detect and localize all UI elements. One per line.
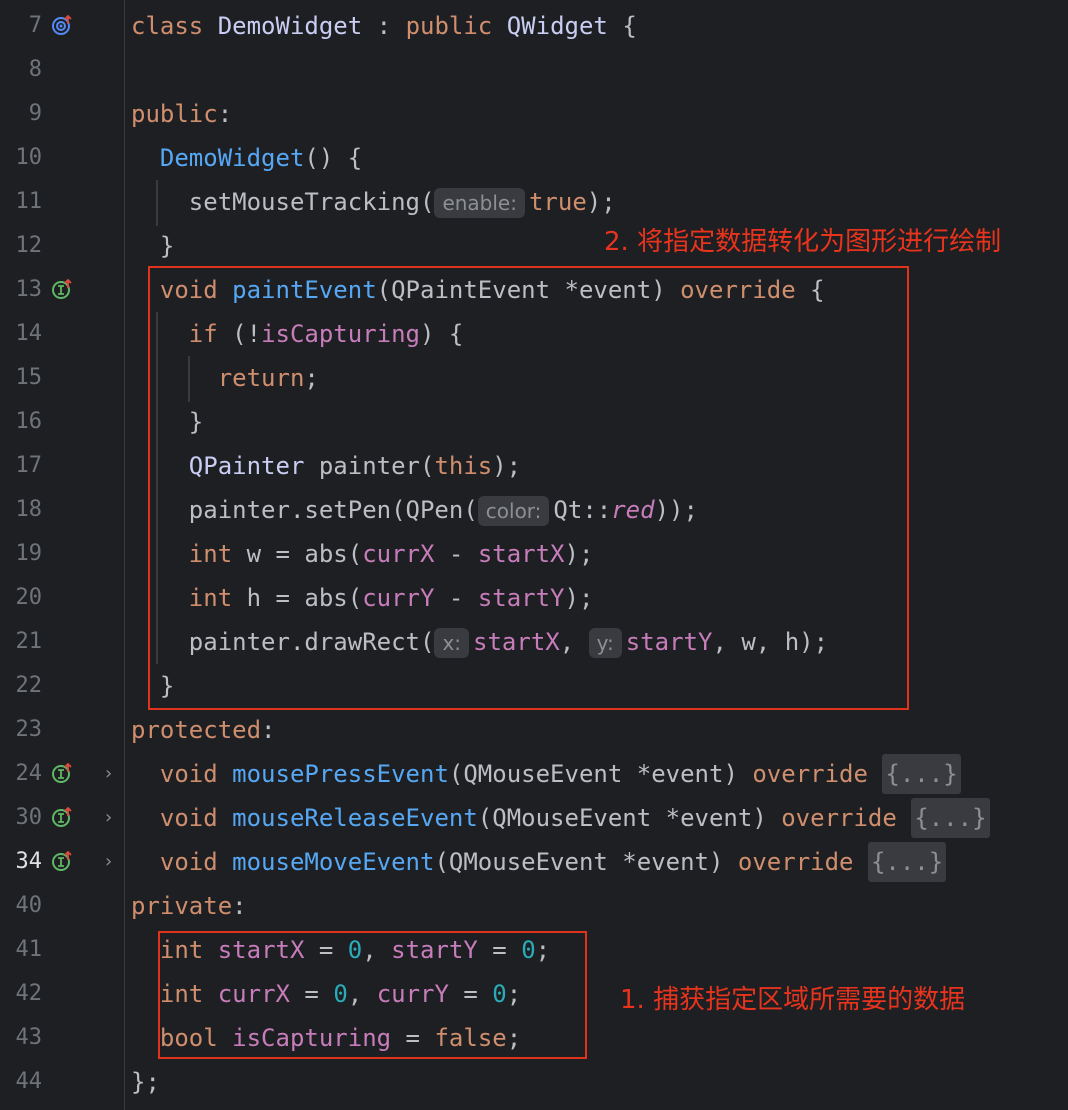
line-number: 17	[15, 453, 43, 478]
code-line[interactable]: 10 DemoWidget() {	[0, 136, 1068, 180]
code-line[interactable]: 23 protected:	[0, 708, 1068, 752]
code-text: DemoWidget() {	[159, 144, 363, 172]
line-number: 7	[28, 13, 42, 38]
code-line[interactable]: 30 › void mouseReleaseEvent(QMouseEvent …	[0, 796, 1068, 840]
code-text: public:	[131, 100, 233, 128]
line-number: 15	[15, 365, 43, 390]
implements-icon[interactable]	[52, 807, 72, 827]
line-number: 18	[15, 497, 43, 522]
code-line[interactable]: 7 class DemoWidget : public QWidget {	[0, 4, 1068, 48]
line-number: 41	[15, 937, 43, 962]
line-number: 43	[15, 1025, 43, 1050]
code-line[interactable]: 9 public:	[0, 92, 1068, 136]
code-text: };	[131, 1068, 160, 1096]
code-text: private:	[131, 892, 247, 920]
code-text: setMouseTracking(enable: true);	[188, 188, 616, 218]
code-line[interactable]: 40 private:	[0, 884, 1068, 928]
line-number: 20	[15, 585, 43, 610]
code-line[interactable]: 11 setMouseTracking(enable: true);	[0, 180, 1068, 224]
fold-chevron-icon[interactable]: ›	[103, 808, 119, 828]
line-number: 30	[15, 805, 43, 830]
override-target-icon[interactable]	[52, 15, 72, 35]
annotation-note-fields: 1. 捕获指定区域所需要的数据	[620, 985, 966, 1015]
line-number: 10	[15, 145, 43, 170]
line-number: 23	[15, 717, 43, 742]
code-line[interactable]: 34 › void mouseMoveEvent(QMouseEvent *ev…	[0, 840, 1068, 884]
line-number: 11	[15, 189, 43, 214]
annotation-note-paint: 2. 将指定数据转化为图形进行绘制	[604, 227, 1002, 257]
code-text: void mousePressEvent(QMouseEvent *event)…	[131, 752, 961, 796]
line-number: 13	[15, 277, 43, 302]
fold-chevron-icon[interactable]: ›	[103, 852, 119, 872]
folded-block[interactable]: {...}	[882, 754, 961, 794]
code-text: }	[159, 232, 175, 260]
annotation-box-paint	[148, 266, 909, 710]
line-number: 9	[28, 101, 42, 126]
line-number: 40	[15, 893, 43, 918]
line-number: 19	[15, 541, 43, 566]
line-number: 34	[15, 849, 43, 874]
code-text: protected:	[131, 716, 276, 744]
line-number: 21	[15, 629, 43, 654]
implements-icon[interactable]	[52, 851, 72, 871]
line-number: 42	[15, 981, 43, 1006]
code-line[interactable]: 8	[0, 48, 1068, 92]
code-text: void mouseMoveEvent(QMouseEvent *event) …	[131, 840, 947, 884]
code-text: class DemoWidget : public QWidget {	[131, 12, 637, 40]
code-line[interactable]: 44 };	[0, 1060, 1068, 1104]
line-number: 24	[15, 761, 43, 786]
annotation-box-fields	[158, 931, 587, 1059]
folded-block[interactable]: {...}	[911, 798, 990, 838]
line-number: 16	[15, 409, 43, 434]
implements-icon[interactable]	[52, 279, 72, 299]
line-number: 14	[15, 321, 43, 346]
code-line[interactable]: 24 › void mousePressEvent(QMouseEvent *e…	[0, 752, 1068, 796]
line-number: 12	[15, 233, 43, 258]
line-number: 22	[15, 673, 43, 698]
param-hint: enable:	[434, 188, 525, 218]
folded-block[interactable]: {...}	[867, 842, 947, 882]
line-number: 8	[28, 57, 42, 82]
implements-icon[interactable]	[52, 763, 72, 783]
code-text: void mouseReleaseEvent(QMouseEvent *even…	[131, 796, 990, 840]
line-number: 44	[15, 1069, 43, 1094]
fold-chevron-icon[interactable]: ›	[103, 764, 119, 784]
